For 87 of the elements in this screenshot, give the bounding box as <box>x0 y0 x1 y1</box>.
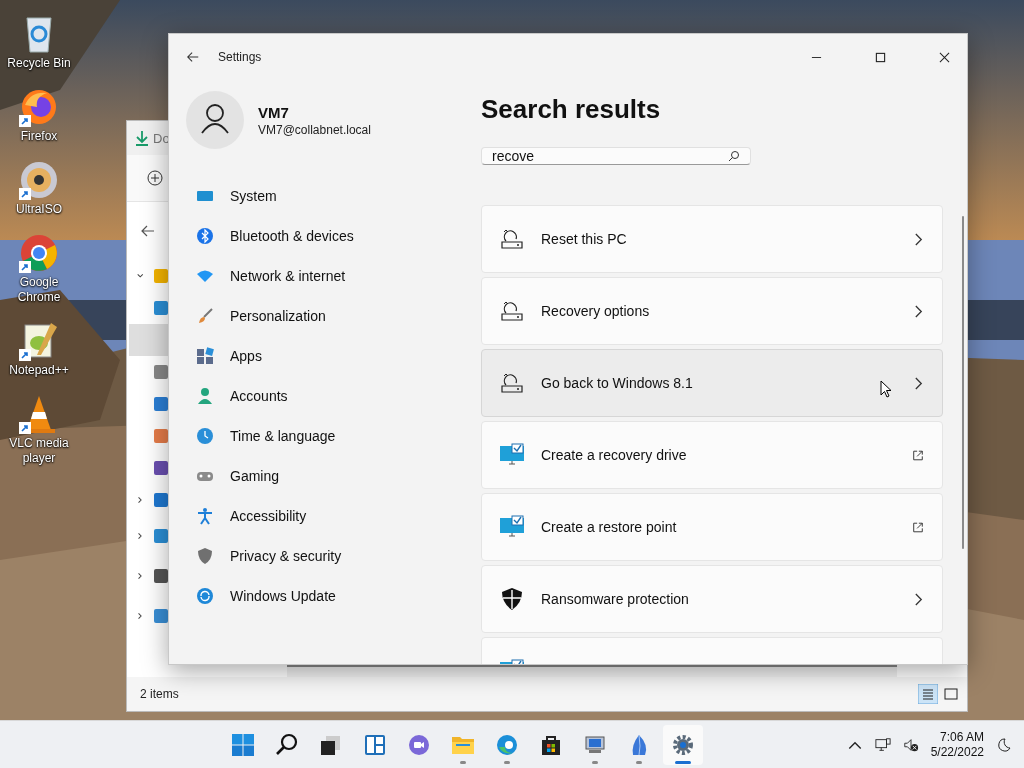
nav-item[interactable]: Gaming <box>185 456 481 496</box>
result-card[interactable]: Go back to Windows 8.1 <box>481 349 943 417</box>
chevron-icon[interactable] <box>136 495 145 505</box>
desktop-icon-label[interactable]: Firefox <box>4 129 74 144</box>
result-label: Go back to Windows 8.1 <box>541 375 693 391</box>
network-icon[interactable] <box>874 736 891 753</box>
shield-icon <box>196 547 214 565</box>
chevron-icon[interactable] <box>136 531 145 541</box>
details-view-button[interactable] <box>918 684 938 704</box>
status-text: 2 items <box>140 687 179 701</box>
widgets-icon[interactable] <box>363 732 388 757</box>
chevron-icon[interactable] <box>136 271 145 281</box>
gear-icon[interactable] <box>671 732 696 757</box>
running-indicator <box>504 760 511 764</box>
result-card[interactable]: Create a recovery drive <box>481 421 943 489</box>
restore-icon <box>499 371 525 395</box>
monitor-check-icon <box>499 443 525 467</box>
horizontal-scrollbar[interactable] <box>287 665 897 677</box>
search-icon[interactable] <box>275 732 300 757</box>
mouse-cursor-icon <box>880 380 892 398</box>
nav-item[interactable]: Network & internet <box>185 256 481 296</box>
external-link-icon <box>912 520 924 534</box>
result-label: Reset this PC <box>541 231 627 247</box>
chat-icon[interactable] <box>407 732 432 757</box>
new-icon[interactable] <box>147 170 163 186</box>
user-email: VM7@collabnet.local <box>258 122 371 137</box>
search-field[interactable]: recove <box>481 147 751 165</box>
back-arrow-icon[interactable] <box>186 50 200 64</box>
moon-icon[interactable] <box>996 736 1012 753</box>
nav-item[interactable]: Accounts <box>185 376 481 416</box>
search-icon[interactable] <box>728 150 740 162</box>
apps-icon <box>196 347 214 365</box>
clock-date[interactable]: 5/22/2022 <box>930 744 984 760</box>
nav-item[interactable]: Time & language <box>185 416 481 456</box>
result-label: Recovery options <box>541 303 650 319</box>
restore-icon <box>499 227 525 251</box>
desktop-icon-label[interactable]: Google Chrome <box>4 275 74 305</box>
desktop-icon-label[interactable]: Notepad++ <box>4 363 74 378</box>
chevron-icon <box>912 304 924 318</box>
vertical-scrollbar[interactable] <box>962 216 964 549</box>
back-arrow-icon[interactable] <box>140 223 156 239</box>
edge-icon[interactable] <box>495 732 520 757</box>
result-card[interactable]: Ransomware protection <box>481 565 943 633</box>
nav-item[interactable]: Privacy & security <box>185 536 481 576</box>
nav-item[interactable]: System <box>185 176 481 216</box>
volume-muted-icon[interactable] <box>902 736 919 753</box>
page-heading: Search results <box>481 94 662 125</box>
result-card[interactable]: Reset this PC <box>481 205 943 273</box>
bluetooth-icon <box>196 227 214 245</box>
desktop-icon-label[interactable]: VLC media player <box>4 436 74 466</box>
monitor-check-icon <box>499 515 525 539</box>
chevron-icon[interactable] <box>136 611 145 621</box>
nav-item[interactable]: Bluetooth & devices <box>185 216 481 256</box>
result-label: Create a recovery drive <box>541 447 687 463</box>
accessibility-icon <box>196 507 214 525</box>
running-indicator <box>460 760 467 764</box>
result-card[interactable]: Create a restore point <box>481 493 943 561</box>
maximize-icon[interactable] <box>875 51 886 63</box>
running-indicator <box>675 760 692 764</box>
window-title: Settings <box>218 50 262 64</box>
external-link-icon <box>912 448 924 462</box>
nav-item[interactable]: Personalization <box>185 296 481 336</box>
result-label: Create a restore point <box>541 519 677 535</box>
close-icon[interactable] <box>939 51 950 63</box>
chevron-icon <box>912 376 924 390</box>
result-card[interactable]: Recovery options <box>481 277 943 345</box>
update-icon <box>196 587 214 605</box>
brush-icon <box>196 307 214 325</box>
nav-item[interactable]: Windows Update <box>185 576 481 616</box>
avatar-icon[interactable] <box>185 90 245 150</box>
shield-icon <box>499 587 525 611</box>
download-icon <box>135 130 149 146</box>
windows-logo-icon[interactable] <box>231 732 256 757</box>
desktop-icon-label[interactable]: Recycle Bin <box>4 56 74 71</box>
result-label: Ransomware protection <box>541 591 689 607</box>
clock-icon <box>196 427 214 445</box>
chevron-icon <box>912 232 924 246</box>
chevron-icon <box>912 592 924 606</box>
running-indicator <box>636 760 643 764</box>
clock-time[interactable]: 7:06 AM <box>940 729 984 745</box>
user-name: VM7 <box>258 103 290 121</box>
chevron-icon[interactable] <box>136 571 145 581</box>
nav-item[interactable]: Apps <box>185 336 481 376</box>
person-icon <box>196 387 214 405</box>
running-indicator <box>592 760 599 764</box>
restore-icon <box>499 299 525 323</box>
nav-item[interactable]: Accessibility <box>185 496 481 536</box>
